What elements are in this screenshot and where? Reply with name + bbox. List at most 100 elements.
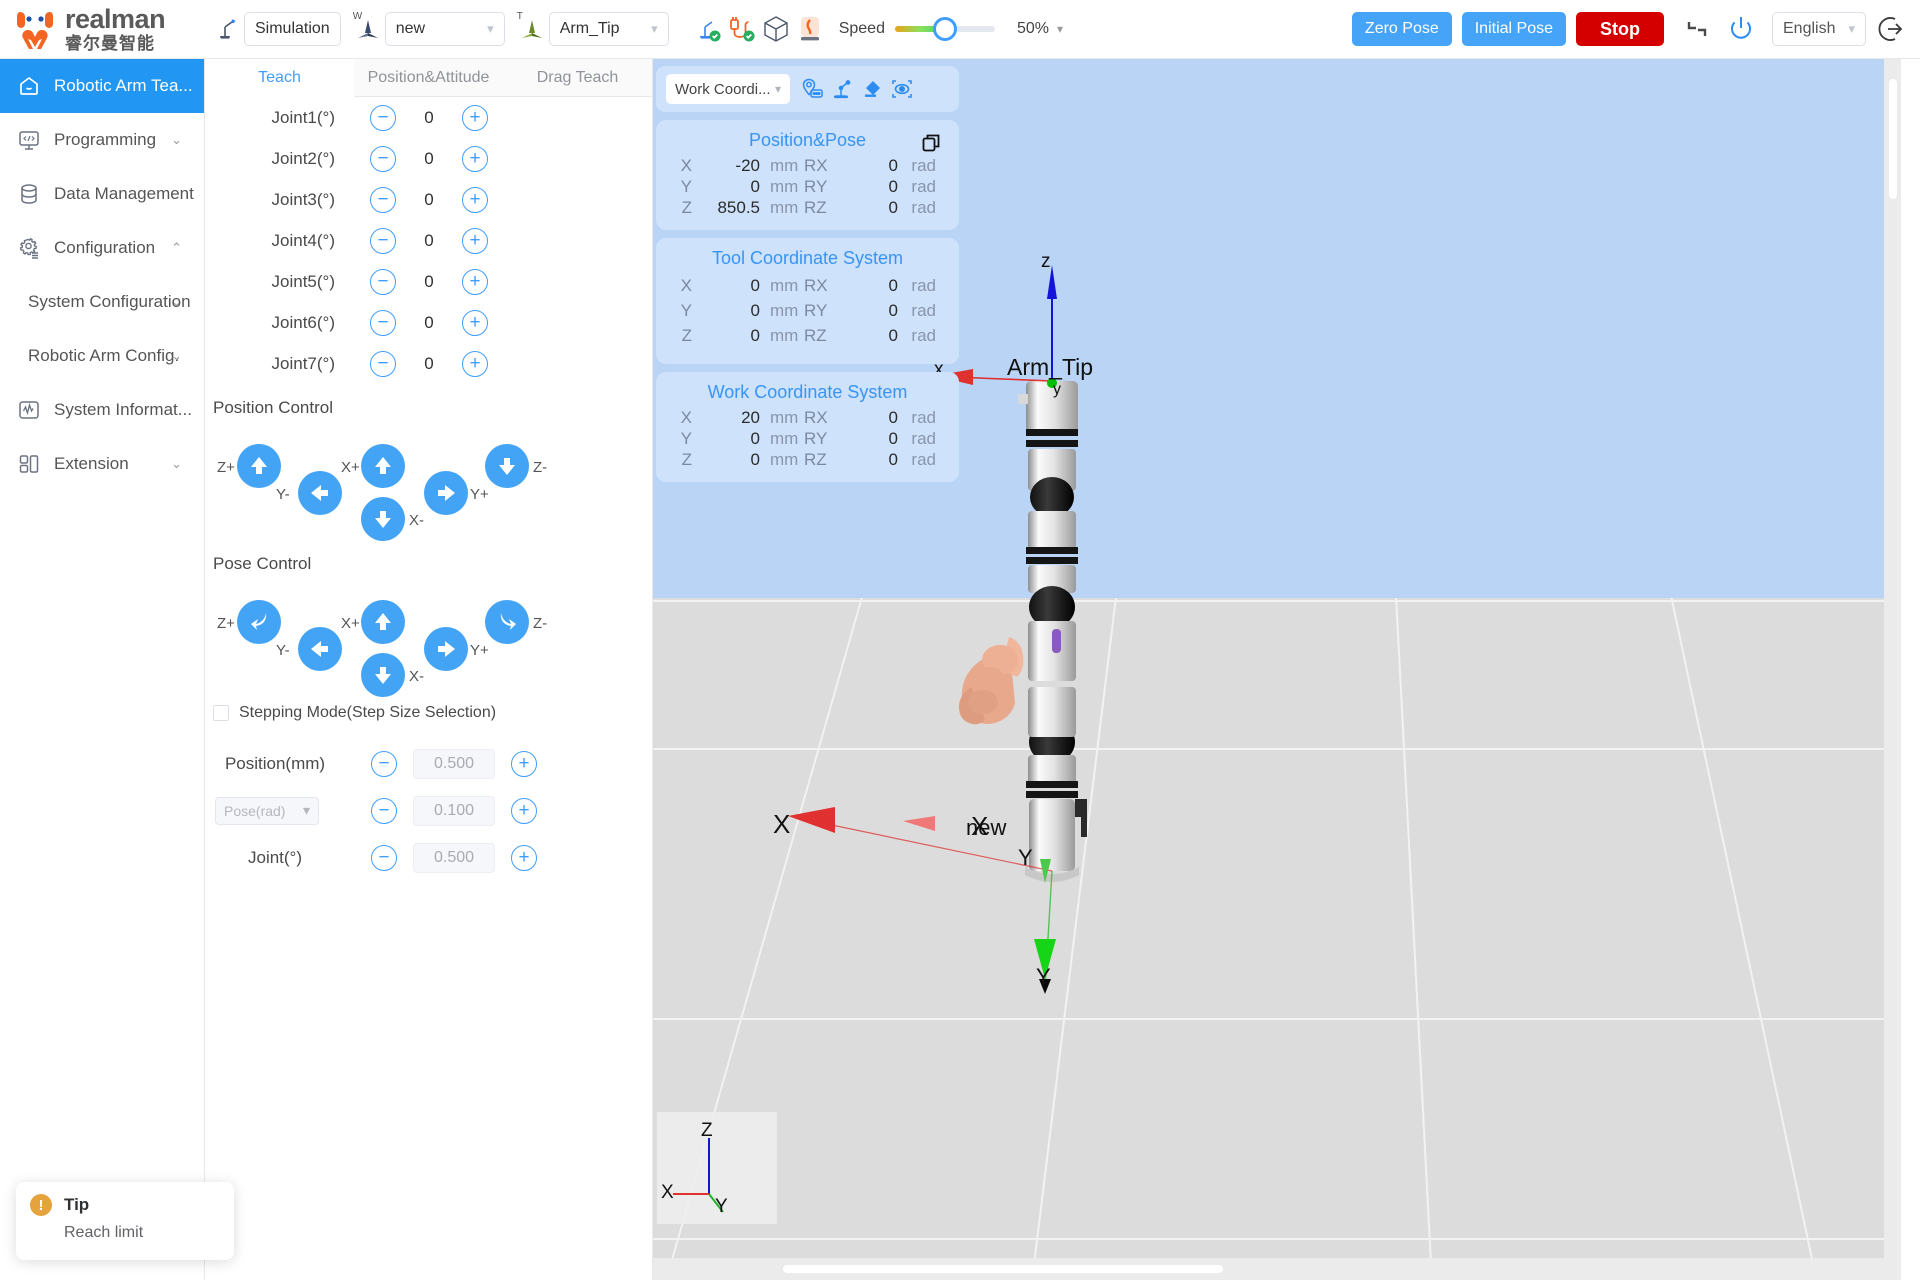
waypoint-tag-icon[interactable] xyxy=(798,75,826,103)
cable-connected-icon[interactable] xyxy=(725,12,759,46)
coord-runit: rad xyxy=(911,325,936,345)
coord-value: 0 xyxy=(750,176,760,196)
step-position-value[interactable]: 0.500 xyxy=(413,748,495,779)
gizmo-y-label: Y xyxy=(715,1196,728,1217)
base-axis-x2-label: X xyxy=(773,809,791,839)
collision-detect-icon[interactable] xyxy=(793,12,827,46)
viewport-axis-gizmo[interactable]: Z X Y xyxy=(657,1112,777,1224)
step-joint-decrement[interactable]: − xyxy=(371,844,397,871)
tip-axis-z-label: z xyxy=(1041,251,1051,272)
eraser-icon[interactable] xyxy=(858,75,886,103)
coord-raxis: RX xyxy=(804,407,828,427)
pose-zplus-button[interactable] xyxy=(237,600,281,644)
pose-yplus-button[interactable] xyxy=(424,627,468,671)
sidebar-subitem-robotic-arm-config[interactable]: Robotic Arm Config. ⌄ xyxy=(0,329,204,383)
chevron-down-icon[interactable]: ⌄ xyxy=(171,456,182,472)
coord-rvalue: 0 xyxy=(888,275,898,295)
cube-model-icon[interactable] xyxy=(759,12,793,46)
sidebar-subitem-system-configuration[interactable]: System Configuration ⌄ xyxy=(0,275,204,329)
step-pose-value[interactable]: 0.100 xyxy=(413,795,495,826)
tab-teach[interactable]: Teach xyxy=(205,59,354,97)
step-pose-decrement[interactable]: − xyxy=(371,797,397,824)
sidebar-item-extension[interactable]: Extension ⌄ xyxy=(0,437,204,491)
position-zminus-button[interactable] xyxy=(485,444,529,488)
chevron-down-icon[interactable]: ⌄ xyxy=(171,132,182,148)
robot-teach-icon[interactable] xyxy=(828,75,856,103)
collapse-corner-icon[interactable] xyxy=(1678,10,1716,48)
chevron-down-icon[interactable]: ▾ xyxy=(1057,22,1063,36)
sidebar-item-system-information[interactable]: System Informat... xyxy=(0,383,204,437)
joint-increment-button[interactable]: + xyxy=(462,186,488,213)
zero-pose-button[interactable]: Zero Pose xyxy=(1351,12,1452,46)
scrollbar-thumb[interactable] xyxy=(1889,79,1897,199)
tab-drag-teach[interactable]: Drag Teach xyxy=(503,59,652,97)
coordinate-system-select[interactable]: Work Coordi... ▾ xyxy=(666,74,790,104)
joint-decrement-button[interactable]: − xyxy=(370,145,396,172)
coord-row: Z 850.5 mm RZ 0 rad xyxy=(656,197,959,218)
language-select[interactable]: English ▾ xyxy=(1772,12,1866,46)
scrollbar-thumb[interactable] xyxy=(783,1265,1223,1273)
coord-value: 0 xyxy=(750,428,760,448)
pose-xminus-button[interactable] xyxy=(361,653,405,697)
step-position-decrement[interactable]: − xyxy=(371,750,397,777)
speed-slider[interactable] xyxy=(894,17,995,41)
position-zplus-button[interactable] xyxy=(237,444,281,488)
position-xplus-button[interactable] xyxy=(361,444,405,488)
joint-increment-button[interactable]: + xyxy=(462,309,488,336)
pose-xplus-button[interactable] xyxy=(361,600,405,644)
joint-decrement-button[interactable]: − xyxy=(370,309,396,336)
joint-increment-button[interactable]: + xyxy=(462,268,488,295)
joint-increment-button[interactable]: + xyxy=(462,227,488,254)
power-icon[interactable] xyxy=(1722,10,1760,48)
chevron-up-icon[interactable]: ⌃ xyxy=(171,240,182,256)
position-yplus-button[interactable] xyxy=(424,471,468,515)
chevron-down-icon[interactable]: ⌄ xyxy=(171,348,182,364)
joint-decrement-button[interactable]: − xyxy=(370,104,396,131)
stepping-mode-checkbox[interactable] xyxy=(213,705,229,721)
tool-frame-select[interactable]: Arm_Tip ▾ xyxy=(548,12,669,46)
joint-increment-button[interactable]: + xyxy=(462,350,488,377)
step-pose-increment[interactable]: + xyxy=(511,797,537,824)
joint-decrement-button[interactable]: − xyxy=(370,268,396,295)
coord-runit: rad xyxy=(911,407,936,427)
joint-increment-button[interactable]: + xyxy=(462,104,488,131)
sidebar-item-programming[interactable]: Programming ⌄ xyxy=(0,113,204,167)
joint-decrement-button[interactable]: − xyxy=(370,227,396,254)
initial-pose-button[interactable]: Initial Pose xyxy=(1461,12,1566,46)
viewport-horizontal-scrollbar[interactable] xyxy=(653,1258,1901,1280)
pose-yminus-button[interactable] xyxy=(298,627,342,671)
pose-zminus-button[interactable] xyxy=(485,600,529,644)
coord-unit: mm xyxy=(770,300,799,320)
focus-eye-icon[interactable] xyxy=(888,75,916,103)
coord-axis: Z xyxy=(681,449,692,469)
viewport-vertical-scrollbar[interactable] xyxy=(1884,59,1901,1280)
work-frame-superscript: W xyxy=(352,11,363,22)
position-xminus-button[interactable] xyxy=(361,497,405,541)
step-joint-increment[interactable]: + xyxy=(511,844,537,871)
joint-decrement-button[interactable]: − xyxy=(370,350,396,377)
joint-decrement-button[interactable]: − xyxy=(370,186,396,213)
chevron-down-icon[interactable]: ⌄ xyxy=(171,294,182,310)
step-pose-select[interactable]: Pose(rad) ▾ xyxy=(215,796,319,825)
position-yminus-button[interactable] xyxy=(298,471,342,515)
copy-icon[interactable] xyxy=(921,132,943,159)
joint-value: 0 xyxy=(424,230,434,250)
step-position-increment[interactable]: + xyxy=(511,750,537,777)
coord-row: Y 0 mm RY 0 rad xyxy=(656,428,959,449)
sidebar-item-configuration[interactable]: Configuration ⌃ xyxy=(0,221,204,275)
step-size-row-position: Position(mm) − 0.500 + xyxy=(205,740,652,787)
sidebar-item-data-management[interactable]: Data Management xyxy=(0,167,204,221)
coord-row: Z 0 mm RZ 0 rad xyxy=(656,449,959,470)
step-joint-value[interactable]: 0.500 xyxy=(413,842,495,873)
speed-slider-handle[interactable] xyxy=(932,17,957,41)
logout-icon[interactable] xyxy=(1872,10,1910,48)
coord-rvalue: 0 xyxy=(888,197,898,217)
sidebar-item-robotic-arm-teaching[interactable]: Robotic Arm Tea... xyxy=(0,59,204,113)
work-frame-select[interactable]: new ▾ xyxy=(384,12,505,46)
joint-increment-button[interactable]: + xyxy=(462,145,488,172)
stop-button[interactable]: Stop xyxy=(1576,12,1664,46)
simulation-mode-button[interactable]: Simulation xyxy=(244,12,341,46)
tab-position-attitude[interactable]: Position&Attitude xyxy=(354,59,503,97)
chevron-down-icon: ▾ xyxy=(487,21,494,36)
robot-connected-icon[interactable] xyxy=(691,12,725,46)
